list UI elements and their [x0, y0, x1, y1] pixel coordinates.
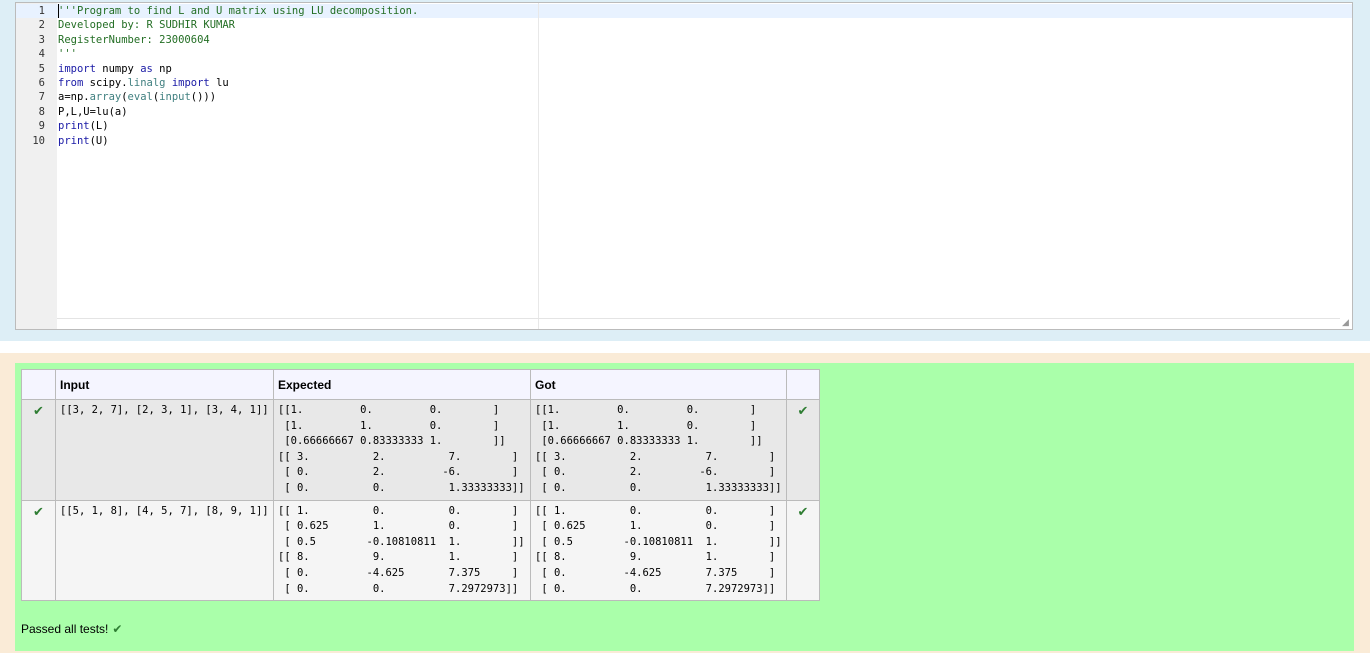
code-text[interactable]: '''Program to find L and U matrix using …	[58, 4, 418, 18]
code-text[interactable]: P,L,U=lu(a)	[58, 105, 128, 119]
code-token: numpy	[95, 62, 141, 75]
test-results-table: Input Expected Got ✔ [[3, 2, 7], [2, 3, …	[21, 369, 820, 602]
code-token: P,L,U=lu(a)	[58, 105, 128, 118]
got-value: [[ 1. 0. 0. ] [ 0.625 1. 0. ] [ 0.5 -0.1…	[535, 504, 782, 595]
header-got: Got	[530, 369, 787, 400]
got-value: [[1. 0. 0. ] [1. 1. 0. ] [0.66666667 0.8…	[535, 404, 782, 494]
line-number: 5	[38, 62, 45, 75]
code-token: from	[58, 77, 84, 89]
code-token: array	[89, 91, 122, 104]
table-header-row: Input Expected Got	[21, 369, 820, 400]
code-token: print	[58, 120, 90, 133]
code-token: import	[171, 77, 210, 89]
code-token: (U)	[89, 134, 109, 147]
code-token: input	[159, 91, 191, 104]
code-text[interactable]: '''	[58, 47, 77, 61]
got-cell: [[ 1. 0. 0. ] [ 0.625 1. 0. ] [ 0.5 -0.1…	[530, 499, 787, 602]
line-number: 7	[38, 91, 45, 104]
code-token: lu	[209, 77, 229, 89]
row-result-cell: ✔	[786, 499, 820, 602]
code-token: a=np.	[58, 91, 90, 104]
line-number: 10	[32, 134, 45, 147]
code-token: import	[58, 62, 96, 75]
table-row: ✔ [[5, 1, 8], [4, 5, 7], [8, 9, 1]] [[ 1…	[21, 499, 820, 602]
expected-value: [[1. 0. 0. ] [1. 1. 0. ] [0.66666667 0.8…	[278, 404, 525, 494]
line-number: 9	[38, 120, 45, 133]
input-value: [[5, 1, 8], [4, 5, 7], [8, 9, 1]]	[60, 504, 269, 517]
line-number: 4	[38, 48, 45, 61]
code-token: as	[140, 62, 153, 75]
code-text[interactable]: print(U)	[58, 134, 109, 148]
code-token: eval	[127, 91, 153, 104]
code-text[interactable]: RegisterNumber: 23000604	[58, 33, 210, 47]
header-status	[21, 369, 56, 400]
code-token: scipy.	[83, 77, 128, 89]
code-token: np	[152, 62, 172, 75]
passed-all-tests-message: Passed all tests! ✔	[21, 622, 122, 636]
header-expected: Expected	[273, 369, 531, 400]
line-number: 8	[38, 105, 45, 118]
expected-value: [[ 1. 0. 0. ] [ 0.625 1. 0. ] [ 0.5 -0.1…	[278, 504, 525, 595]
code-token: '''	[58, 48, 77, 61]
input-value: [[3, 2, 7], [2, 3, 1], [3, 4, 1]]	[60, 404, 269, 416]
code-text[interactable]: a=np.array(eval(input()))	[58, 90, 216, 104]
input-cell: [[5, 1, 8], [4, 5, 7], [8, 9, 1]]	[55, 499, 274, 602]
table-row: ✔ [[3, 2, 7], [2, 3, 1], [3, 4, 1]] [[1.…	[21, 399, 820, 501]
check-icon: ✔	[33, 404, 44, 419]
code-text[interactable]: import numpy as np	[58, 62, 172, 76]
header-input: Input	[55, 369, 274, 400]
line-number: 3	[38, 33, 45, 46]
row-status-cell: ✔	[21, 399, 56, 501]
code-token: RegisterNumber: 23000604	[58, 33, 210, 46]
code-token: (L)	[89, 120, 109, 133]
expected-cell: [[1. 0. 0. ] [1. 1. 0. ] [0.66666667 0.8…	[273, 399, 531, 501]
check-icon: ✔	[797, 404, 809, 419]
print-margin	[538, 3, 539, 329]
input-cell: [[3, 2, 7], [2, 3, 1], [3, 4, 1]]	[55, 399, 274, 501]
horizontal-scrollbar[interactable]	[57, 318, 1340, 319]
check-icon: ✔	[33, 504, 44, 520]
code-text[interactable]: print(L)	[58, 119, 109, 133]
expected-cell: [[ 1. 0. 0. ] [ 0.625 1. 0. ] [ 0.5 -0.1…	[273, 499, 531, 602]
code-text[interactable]: Developed by: R SUDHIR KUMAR	[58, 18, 235, 32]
text-cursor	[58, 4, 59, 18]
check-icon: ✔	[112, 622, 123, 636]
line-number: 2	[38, 19, 45, 32]
line-number: 1	[38, 5, 45, 17]
header-result	[786, 369, 820, 400]
code-token: '''Program to find L and U matrix using …	[58, 5, 419, 17]
code-token: linalg	[127, 77, 166, 89]
resize-handle-icon[interactable]: ◢	[1342, 319, 1350, 328]
check-icon: ✔	[797, 504, 809, 520]
row-result-cell: ✔	[786, 399, 820, 501]
row-status-cell: ✔	[21, 499, 56, 602]
code-token: ()))	[190, 91, 217, 104]
line-number: 6	[38, 77, 45, 89]
editor-panel: 1 '''Program to find L and U matrix using…	[0, 0, 1370, 341]
code-token: print	[58, 134, 90, 147]
code-text[interactable]: from scipy.linalg import lu	[58, 76, 229, 90]
code-token: Developed by: R SUDHIR KUMAR	[58, 19, 236, 32]
code-editor[interactable]: 1 '''Program to find L and U matrix using…	[15, 2, 1353, 330]
got-cell: [[1. 0. 0. ] [1. 1. 0. ] [0.66666667 0.8…	[530, 399, 787, 501]
passed-text: Passed all tests!	[21, 622, 109, 636]
